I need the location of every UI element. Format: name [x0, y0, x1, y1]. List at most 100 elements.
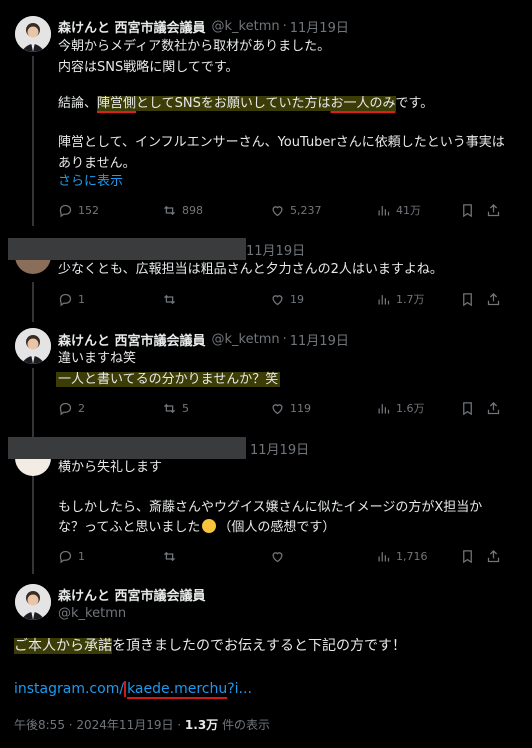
thread-line: [32, 368, 34, 438]
tweet-text-line: ありません。: [58, 156, 136, 171]
views-count: 1.7万: [396, 293, 425, 306]
like-button[interactable]: 19: [270, 289, 304, 309]
share-icon: [487, 401, 500, 414]
instagram-link[interactable]: instagram.com/kaede.merchu?i...: [14, 681, 252, 697]
analytics-icon: [378, 205, 390, 215]
views-button[interactable]: 1,716: [376, 546, 428, 566]
share-icon: [487, 292, 500, 305]
share-button[interactable]: [486, 200, 501, 220]
highlighted-text: 一人と書いてるの分かりませんか？笑: [56, 372, 281, 387]
tweet-header: 11月19日: [250, 438, 309, 458]
bookmark-icon: [463, 292, 472, 306]
tweet-text-line: 横から失礼します: [58, 460, 163, 475]
separator-dot: ·: [282, 18, 287, 34]
text-segment: 結論、: [58, 96, 98, 111]
reply-button[interactable]: 2: [58, 398, 85, 418]
reply-icon: [59, 293, 72, 306]
heart-icon: [272, 551, 283, 562]
tweet-metadata: 午後8:55 · 2024年11月19日 · 1.3万 件の表示: [14, 716, 270, 733]
show-more-link[interactable]: さらに表示: [58, 172, 123, 192]
repost-button[interactable]: 5: [162, 398, 189, 418]
repost-button[interactable]: [162, 289, 182, 309]
views-button[interactable]: 1.7万: [376, 289, 425, 309]
like-count: 5,237: [290, 203, 322, 217]
views-label: 件の表示: [218, 718, 271, 732]
bookmark-button[interactable]: [460, 289, 475, 309]
author-handle[interactable]: @k_ketmn: [58, 606, 126, 621]
tweet-text-line: ご本人から承諾を頂きましたのでお伝えすると下記の方です！: [14, 635, 406, 657]
reply-button[interactable]: 1: [58, 289, 85, 309]
tweet-actions: 1 1,716: [58, 546, 504, 566]
like-button[interactable]: 5,237: [270, 200, 322, 220]
tweet-header: 森けんと 西宮市議会議員 @k_ketmn · 11月19日: [58, 16, 349, 36]
tweet-text-line: 今朝からメディア数社から取材がありました。: [58, 39, 331, 54]
text-segment: です。: [395, 96, 434, 111]
tweet-header: 11月19日: [246, 239, 305, 259]
thread-line: [32, 474, 34, 574]
share-button[interactable]: [486, 546, 501, 566]
views-button[interactable]: 41万: [376, 200, 421, 220]
tweet-text-highlighted-line: 結論、陣営側としてSNSをお願いしていた方はお一人のみです。: [58, 94, 433, 114]
like-count: 119: [290, 401, 311, 415]
share-icon: [487, 549, 500, 562]
like-button[interactable]: [270, 546, 290, 566]
tweet-header: 森けんと 西宮市議会議員 @k_ketmn · 11月19日: [58, 329, 349, 349]
avatar[interactable]: [15, 16, 51, 52]
tweet-actions: 152 898 5,237 41万: [58, 200, 504, 220]
avatar[interactable]: [15, 584, 51, 620]
reply-button[interactable]: 1: [58, 546, 85, 566]
repost-icon: [164, 403, 175, 413]
author-handle[interactable]: @k_ketmn: [212, 332, 280, 347]
underlined-text: 陣営側: [97, 96, 137, 111]
redacted-header: [8, 238, 246, 260]
tweet-date[interactable]: 11月19日: [290, 17, 349, 36]
repost-icon: [164, 294, 175, 304]
author-name[interactable]: 森けんと 西宮市議会議員: [58, 585, 206, 604]
bookmark-button[interactable]: [460, 546, 475, 566]
tweet-text-line: 陣営として、インフルエンサーさん、YouTuberさんに依頼したという事実は: [58, 135, 505, 150]
views-count: 1.6万: [396, 402, 425, 415]
tweet-date[interactable]: 11月19日: [246, 240, 305, 259]
separator-dot: ·: [282, 331, 287, 347]
bookmark-button[interactable]: [460, 398, 475, 418]
highlighted-text: 陣営側としてSNSをお願いしていた方はお一人のみ: [97, 96, 396, 111]
heart-icon: [272, 294, 283, 305]
text-segment: としてSNSをお願いしていた方は: [136, 96, 331, 111]
tweet-text-line: もしかしたら、斎藤さんやウグイス嬢さんに似たイメージの方がX担当か: [58, 500, 483, 515]
tweet-text-line: 内容はSNS戦略に関してです。: [58, 60, 239, 75]
tweet-timestamp[interactable]: 午後8:55 · 2024年11月19日 ·: [14, 718, 185, 732]
reply-count: 2: [78, 401, 85, 415]
bookmark-icon: [463, 401, 472, 415]
tweet-date[interactable]: 11月19日: [250, 439, 309, 458]
tweet-actions: 2 5 119 1.6万: [58, 398, 504, 418]
repost-button[interactable]: [162, 546, 182, 566]
redacted-header: [8, 437, 246, 459]
author-handle[interactable]: @k_ketmn: [212, 19, 280, 34]
link-segment: instagram.com/: [14, 681, 125, 697]
tweet-text-line: な？ってふと思いました （個人の感想です）: [58, 518, 335, 538]
repost-count: 898: [182, 203, 203, 217]
reply-icon: [59, 204, 72, 217]
avatar[interactable]: [15, 328, 51, 364]
author-name[interactable]: 森けんと 西宮市議会議員: [58, 330, 206, 349]
underlined-link-segment: kaede.merchu: [124, 681, 228, 697]
author-name[interactable]: 森けんと 西宮市議会議員: [58, 17, 206, 36]
repost-button[interactable]: 898: [162, 200, 203, 220]
thread-line: [32, 282, 34, 322]
like-count: 19: [290, 292, 304, 306]
reply-button[interactable]: 152: [58, 200, 99, 220]
repost-icon: [164, 551, 175, 561]
bookmark-button[interactable]: [460, 200, 475, 220]
analytics-icon: [378, 403, 390, 413]
share-button[interactable]: [486, 289, 501, 309]
tweet-date[interactable]: 11月19日: [290, 330, 349, 349]
smiling-face-emoji-icon: [202, 519, 217, 533]
link-segment: ?i...: [227, 681, 252, 697]
highlighted-text: ご本人から承諾: [14, 638, 112, 654]
thread-line: [32, 56, 34, 226]
views-button[interactable]: 1.6万: [376, 398, 425, 418]
text-segment: な？ってふと思いました: [58, 520, 201, 535]
like-button[interactable]: 119: [270, 398, 311, 418]
repost-count: 5: [182, 401, 189, 415]
share-button[interactable]: [486, 398, 501, 418]
